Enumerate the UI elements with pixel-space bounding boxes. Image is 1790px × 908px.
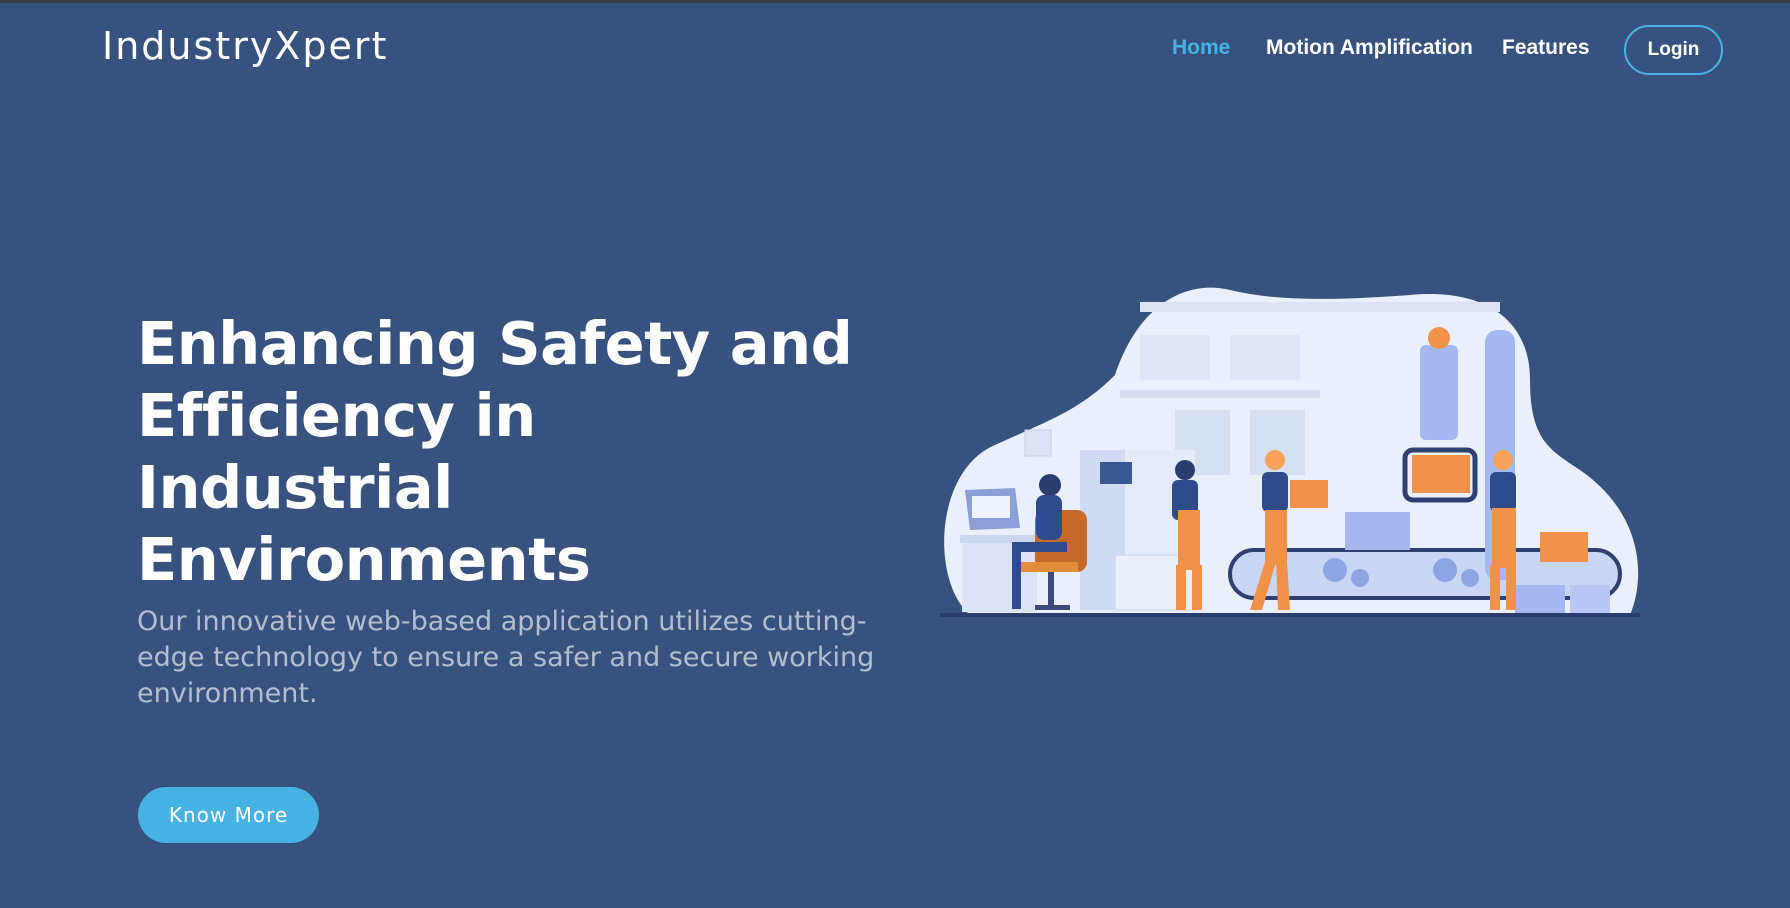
brand-logo[interactable]: IndustryXpert <box>102 24 388 68</box>
factory-workers-conveyor-illustration <box>940 287 1640 617</box>
window-top-border <box>0 0 1790 3</box>
nav-link-motion-amplification[interactable]: Motion Amplification <box>1266 36 1473 60</box>
login-button[interactable]: Login <box>1624 25 1723 75</box>
hero-title: Enhancing Safety and Efficiency in Indus… <box>137 309 853 594</box>
nav-link-features[interactable]: Features <box>1502 36 1590 60</box>
hero-subtitle: Our innovative web-based application uti… <box>137 606 875 709</box>
nav-link-home[interactable]: Home <box>1172 36 1230 60</box>
know-more-button[interactable]: Know More <box>138 787 319 843</box>
